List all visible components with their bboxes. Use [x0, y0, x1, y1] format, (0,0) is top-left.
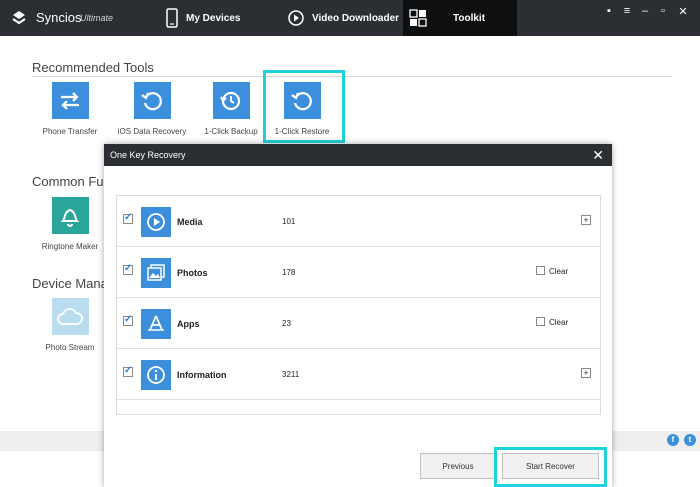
- recovery-icon: [133, 82, 171, 119]
- photos-icon: [141, 258, 171, 288]
- list-item-photos: Photos 178 Clear: [117, 247, 600, 298]
- tab-my-devices[interactable]: My Devices: [166, 0, 240, 36]
- tab-video-downloader-label: Video Downloader: [312, 12, 400, 24]
- info-icon: [141, 360, 171, 390]
- photos-clear-label: Clear: [549, 267, 569, 276]
- tool-label: iOS Data Recovery: [117, 127, 187, 136]
- list-item-information: Information 3211 +: [117, 349, 600, 400]
- media-count: 101: [282, 217, 296, 226]
- facebook-icon[interactable]: f: [667, 434, 679, 446]
- play-circle-icon: [288, 10, 304, 26]
- twitter-icon[interactable]: t: [684, 434, 696, 446]
- information-name: Information: [177, 370, 227, 380]
- media-name: Media: [177, 217, 203, 227]
- tool-ringtone-maker[interactable]: Ringtone Maker: [30, 197, 110, 251]
- backup-clock-icon: [212, 82, 250, 119]
- information-count: 3211: [282, 370, 300, 379]
- recommended-tools-heading: Recommended Tools: [32, 60, 154, 75]
- apps-count: 23: [282, 319, 291, 328]
- photos-count: 178: [282, 268, 296, 277]
- tab-toolkit[interactable]: Toolkit: [403, 0, 517, 36]
- section-divider: [32, 76, 672, 77]
- photos-clear-checkbox[interactable]: [536, 266, 545, 275]
- play-icon: [141, 207, 171, 237]
- tool-label: Ringtone Maker: [41, 242, 99, 251]
- photos-name: Photos: [177, 268, 208, 278]
- list-item-apps: Apps 23 Clear: [117, 298, 600, 349]
- close-icon[interactable]: ✕: [676, 5, 690, 18]
- tool-label: Phone Transfer: [42, 127, 98, 136]
- title-bar: Syncios Ultimate My Devices Video Downlo…: [0, 0, 700, 36]
- menu-icon[interactable]: ≡: [620, 5, 634, 17]
- apps-clear-checkbox[interactable]: [536, 317, 545, 326]
- cloud-icon: [51, 298, 89, 335]
- phone-icon: [166, 8, 178, 28]
- dialog-header: One Key Recovery ✕: [104, 144, 612, 166]
- tab-video-downloader[interactable]: Video Downloader: [288, 0, 399, 36]
- bell-icon: [51, 197, 89, 234]
- tool-ios-data-recovery[interactable]: iOS Data Recovery: [112, 82, 192, 136]
- toolkit-grid-icon: [409, 9, 427, 27]
- tool-label: Photo Stream: [45, 343, 95, 352]
- dialog-close-icon[interactable]: ✕: [592, 147, 604, 163]
- syncios-logo-icon: [12, 11, 26, 25]
- photos-checkbox[interactable]: [123, 263, 133, 275]
- tool-photo-stream[interactable]: Photo Stream: [30, 298, 110, 352]
- transfer-arrows-icon: [51, 82, 89, 119]
- restore-highlight-box: [263, 70, 345, 143]
- information-expand-icon[interactable]: +: [581, 368, 591, 378]
- start-recover-highlight-box: [494, 447, 607, 487]
- apps-name: Apps: [177, 319, 200, 329]
- tool-1-click-backup[interactable]: 1-Click Backup: [191, 82, 271, 136]
- maximize-icon[interactable]: ▫: [656, 5, 670, 17]
- information-checkbox[interactable]: [123, 365, 133, 377]
- app-name: Syncios: [36, 10, 82, 25]
- dialog-title: One Key Recovery: [110, 150, 186, 160]
- apps-icon: [141, 309, 171, 339]
- common-functions-heading: Common Fu: [32, 174, 104, 189]
- tab-my-devices-label: My Devices: [186, 12, 241, 24]
- tool-label: 1-Click Backup: [204, 127, 258, 136]
- apps-checkbox[interactable]: [123, 314, 133, 326]
- one-key-recovery-dialog: One Key Recovery ✕ Media 101 + Photos 17…: [104, 144, 612, 487]
- previous-button[interactable]: Previous: [420, 453, 496, 479]
- minimize-icon[interactable]: –: [638, 5, 652, 17]
- app-edition: Ultimate: [80, 13, 114, 23]
- media-checkbox[interactable]: [123, 212, 133, 224]
- media-expand-icon[interactable]: +: [581, 215, 591, 225]
- tab-toolkit-label: Toolkit: [453, 12, 486, 24]
- recovery-list: Media 101 + Photos 178 Clear Apps 23 Cle…: [116, 195, 601, 415]
- device-manager-heading: Device Mana: [32, 276, 108, 291]
- apps-clear-label: Clear: [549, 318, 569, 327]
- list-item-media: Media 101 +: [117, 196, 600, 247]
- tool-phone-transfer[interactable]: Phone Transfer: [30, 82, 110, 136]
- feedback-icon[interactable]: ▪: [602, 5, 616, 17]
